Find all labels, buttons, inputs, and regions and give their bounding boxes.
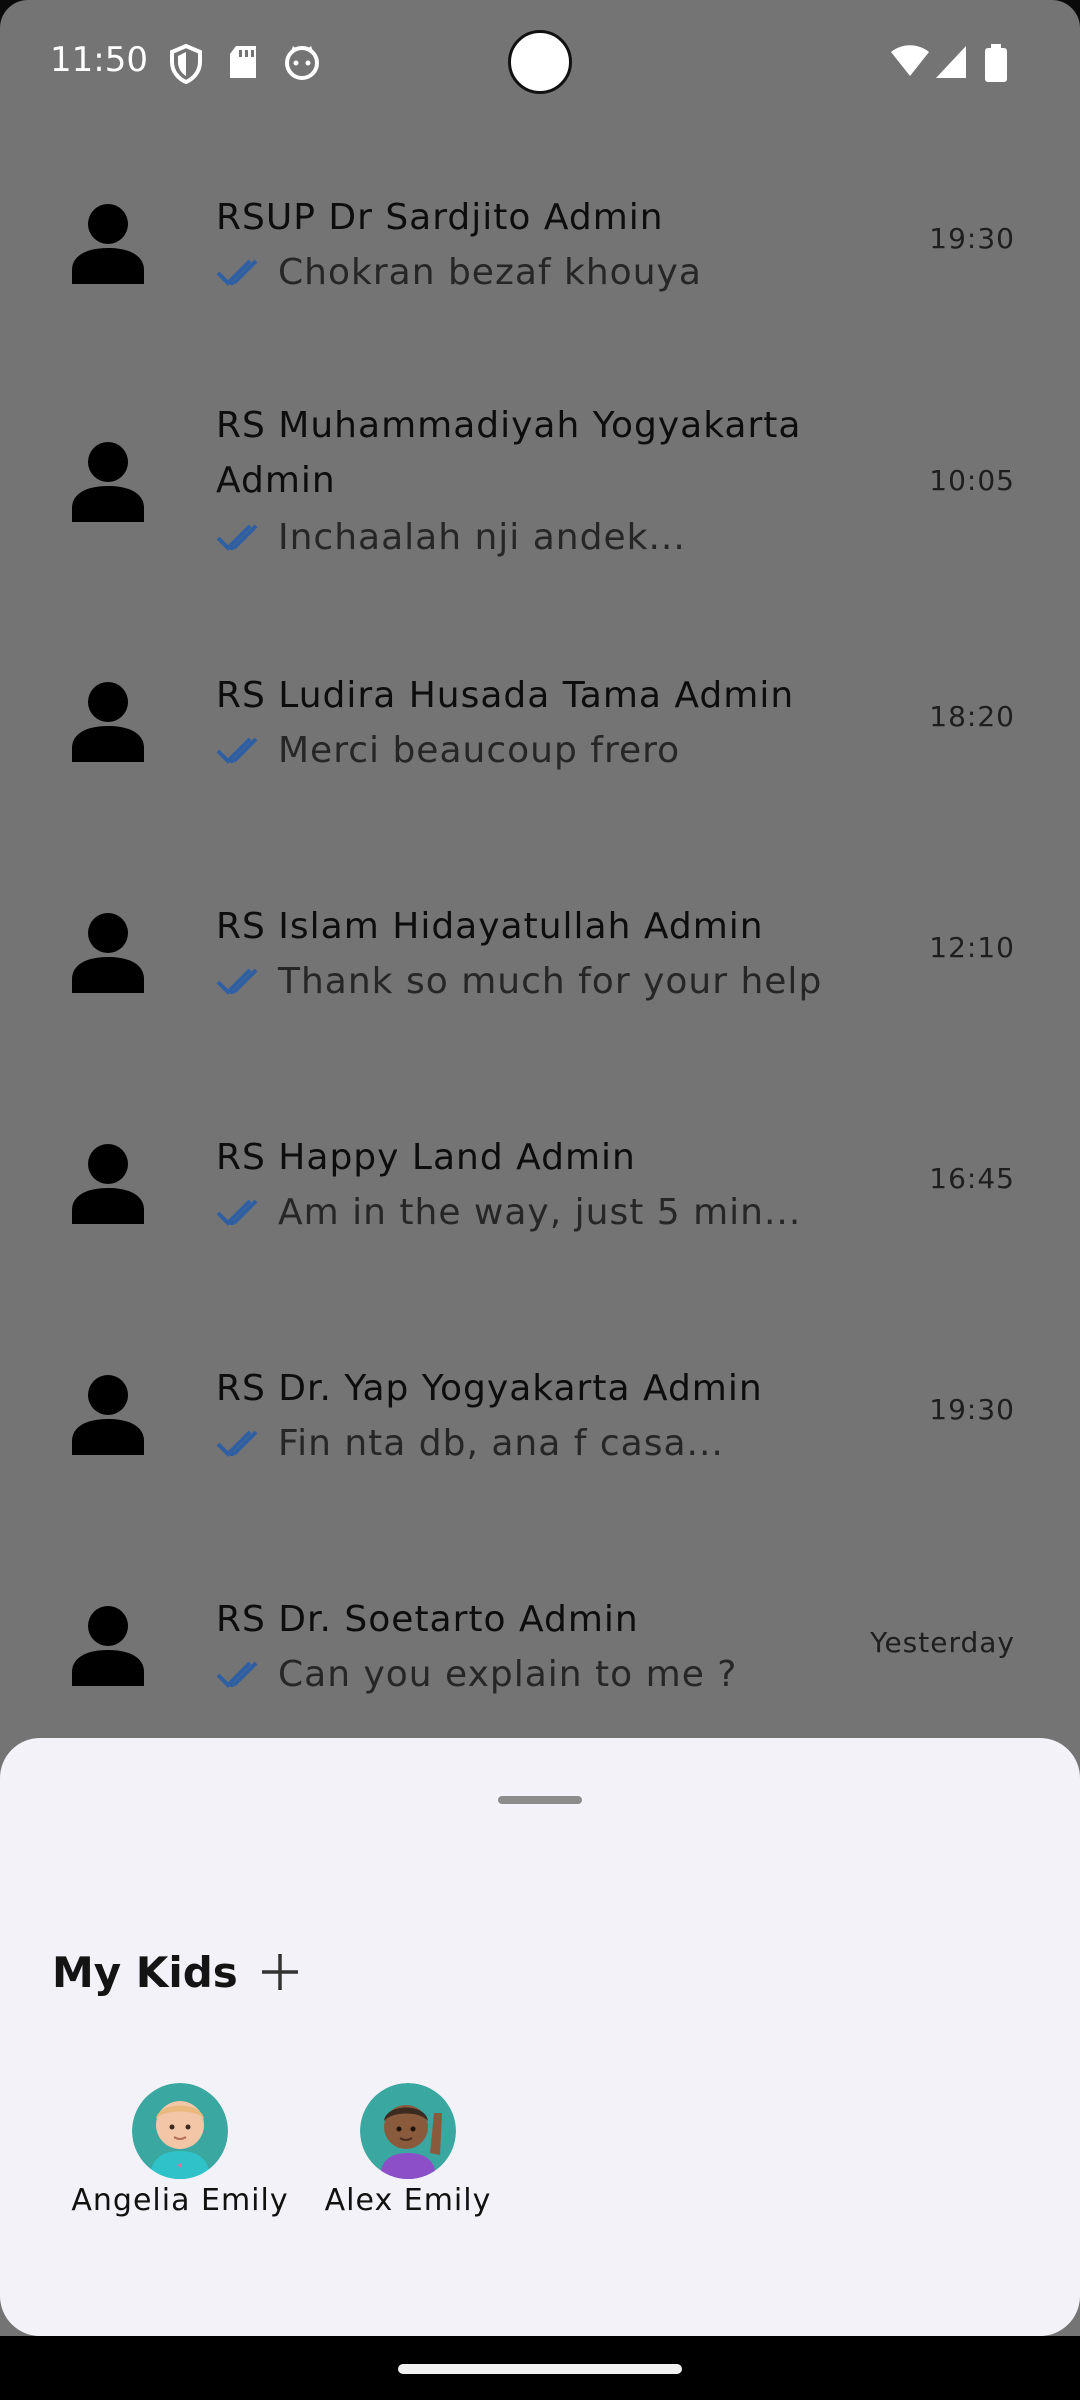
signal-icon bbox=[936, 46, 966, 78]
person-avatar-icon bbox=[72, 682, 144, 762]
chat-name: RS Happy Land Admin bbox=[216, 1137, 636, 1178]
chat-last-message: Merci beaucoup frero bbox=[278, 730, 681, 771]
chat-message-row: Thank so much for your help bbox=[216, 954, 822, 1009]
camera-cutout bbox=[508, 30, 572, 94]
chat-time: 18:20 bbox=[929, 700, 1015, 733]
person-avatar-icon bbox=[72, 204, 144, 284]
chat-last-message: Am in the way, just 5 min... bbox=[278, 1192, 802, 1233]
kid-item[interactable]: Alex Emily bbox=[288, 2083, 528, 2218]
chat-time: 19:30 bbox=[929, 1393, 1015, 1426]
chat-name: RS Dr. Soetarto Admin bbox=[216, 1599, 639, 1640]
chat-name: RSUP Dr Sardjito Admin bbox=[216, 197, 664, 238]
double-check-icon bbox=[216, 737, 258, 764]
chat-time: 10:05 bbox=[929, 464, 1015, 497]
chat-last-message: Inchaalah nji andek... bbox=[278, 517, 686, 558]
chat-name: RS Dr. Yap Yogyakarta Admin bbox=[216, 1368, 763, 1409]
chat-name: RS Muhammadiyah Yogyakarta Admin bbox=[216, 405, 802, 501]
person-avatar-icon bbox=[72, 442, 144, 522]
double-check-icon bbox=[216, 1199, 258, 1226]
sd-card-icon bbox=[230, 46, 256, 78]
chat-list-item[interactable]: RS Dr. Yap Yogyakarta Admin Fin nta db, … bbox=[0, 1351, 1080, 1521]
person-avatar-icon bbox=[72, 1375, 144, 1455]
chat-list-item[interactable]: RS Ludira Husada Tama Admin Merci beauco… bbox=[0, 658, 1080, 828]
chat-message-row: Fin nta db, ana f casa... bbox=[216, 1416, 724, 1471]
plus-icon bbox=[262, 1954, 298, 1990]
add-kid-button[interactable] bbox=[258, 1950, 302, 1994]
chat-name: RS Islam Hidayatullah Admin bbox=[216, 906, 764, 947]
chat-message-row: Merci beaucoup frero bbox=[216, 723, 680, 778]
double-check-icon bbox=[216, 259, 258, 286]
kid-avatar-angelia bbox=[132, 2083, 228, 2179]
chat-last-message: Chokran bezaf khouya bbox=[278, 252, 702, 293]
kid-avatar-alex bbox=[360, 2083, 456, 2179]
double-check-icon bbox=[216, 968, 258, 995]
chat-last-message: Can you explain to me ? bbox=[278, 1654, 738, 1695]
my-kids-bottom-sheet: My Kids Angelia Emily Alex Emily bbox=[0, 1738, 1080, 2336]
double-check-icon bbox=[216, 524, 258, 551]
cat-face-icon bbox=[285, 46, 319, 80]
chat-time: 19:30 bbox=[929, 222, 1015, 255]
wifi-icon bbox=[891, 45, 929, 76]
home-indicator[interactable] bbox=[398, 2364, 682, 2374]
double-check-icon bbox=[216, 1430, 258, 1457]
person-avatar-icon bbox=[72, 1606, 144, 1686]
chat-list-item[interactable]: RS Muhammadiyah Yogyakarta Admin Inchaal… bbox=[0, 398, 1080, 598]
double-check-icon bbox=[216, 1661, 258, 1688]
kid-name: Alex Emily bbox=[324, 2183, 492, 2218]
chat-time: 16:45 bbox=[929, 1162, 1015, 1195]
status-time: 11:50 bbox=[50, 40, 148, 80]
person-avatar-icon bbox=[72, 1144, 144, 1224]
chat-time: Yesterday bbox=[870, 1626, 1015, 1659]
shield-icon bbox=[170, 44, 202, 84]
chat-name: RS Ludira Husada Tama Admin bbox=[216, 675, 795, 716]
person-avatar-icon bbox=[72, 913, 144, 993]
chat-message-row: Inchaalah nji andek... bbox=[216, 510, 686, 565]
chat-last-message: Thank so much for your help bbox=[278, 961, 823, 1002]
sheet-title: My Kids bbox=[52, 1948, 238, 1997]
chat-message-row: Can you explain to me ? bbox=[216, 1647, 737, 1702]
chat-list-item[interactable]: RS Islam Hidayatullah Admin Thank so muc… bbox=[0, 889, 1080, 1059]
screen: 11:50 RSUP Dr Sardjito Admin Chokran bez… bbox=[0, 0, 1080, 2400]
drag-handle[interactable] bbox=[498, 1796, 582, 1804]
chat-list-item[interactable]: RSUP Dr Sardjito Admin Chokran bezaf kho… bbox=[0, 180, 1080, 350]
kid-name: Angelia Emily bbox=[71, 2183, 289, 2218]
chat-last-message: Fin nta db, ana f casa... bbox=[278, 1423, 724, 1464]
chat-time: 12:10 bbox=[929, 931, 1015, 964]
battery-icon bbox=[985, 44, 1007, 82]
chat-list-item[interactable]: RS Dr. Soetarto Admin Can you explain to… bbox=[0, 1582, 1080, 1732]
chat-list-item[interactable]: RS Happy Land Admin Am in the way, just … bbox=[0, 1120, 1080, 1290]
chat-message-row: Chokran bezaf khouya bbox=[216, 245, 702, 300]
status-bar: 11:50 bbox=[0, 0, 1080, 130]
kid-item[interactable]: Angelia Emily bbox=[60, 2083, 300, 2218]
chat-message-row: Am in the way, just 5 min... bbox=[216, 1185, 801, 1240]
